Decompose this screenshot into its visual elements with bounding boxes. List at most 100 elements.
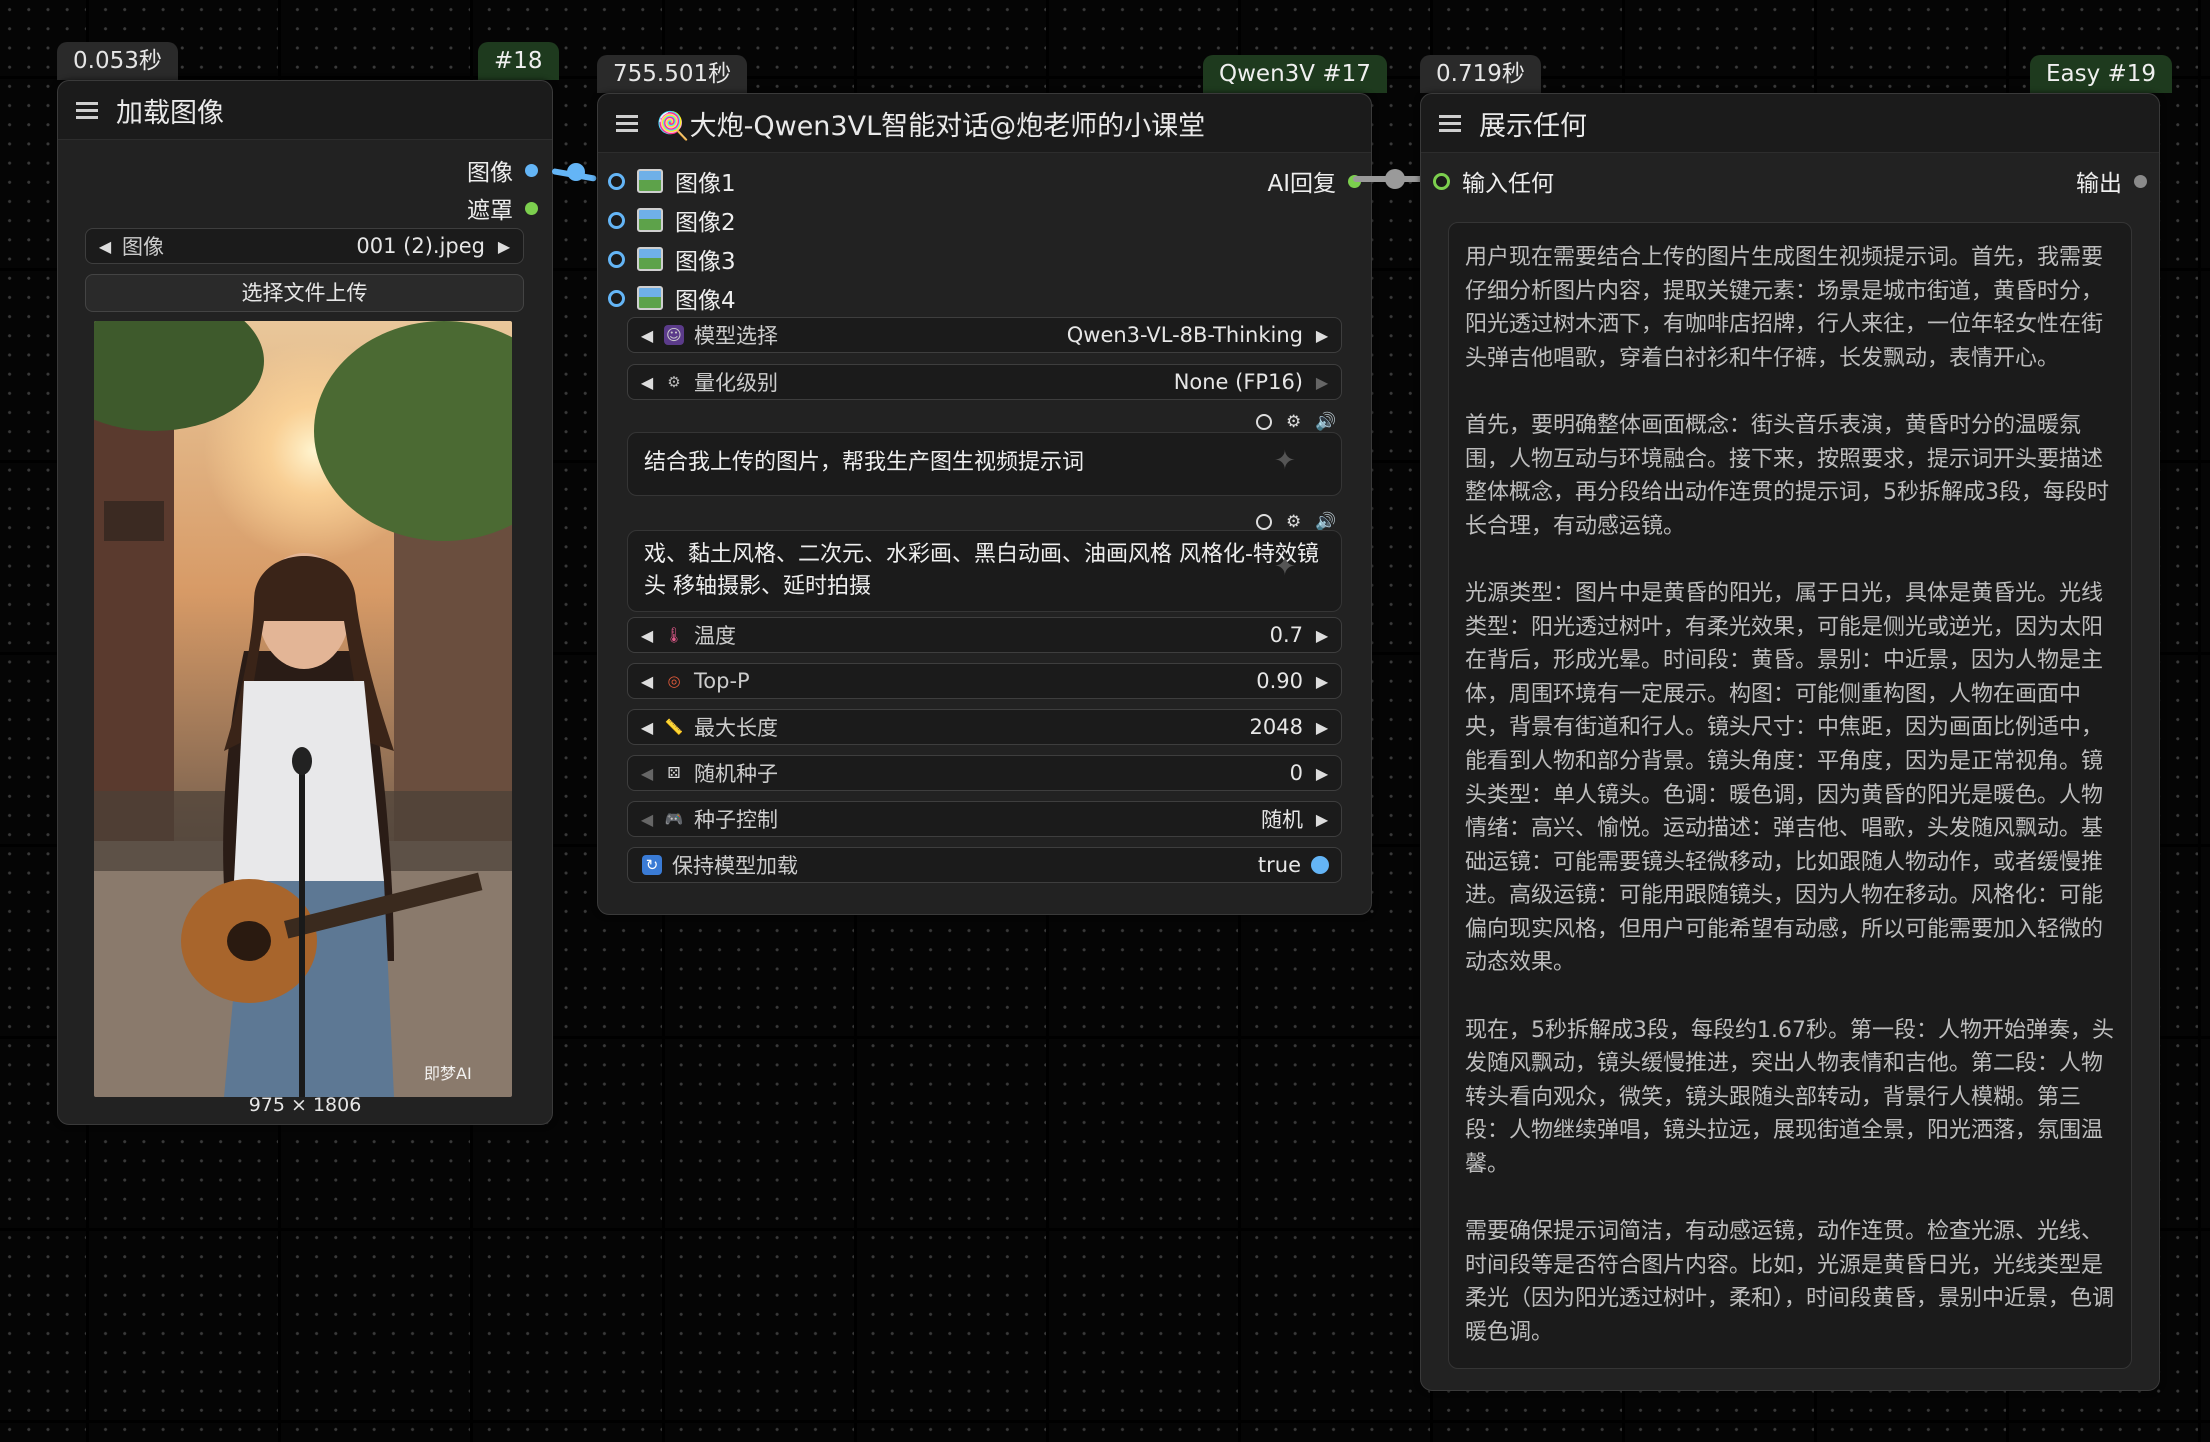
load-image-node[interactable]: 加载图像 图像 遮罩 ◀ 图像 001 (2).jpeg ▶ 选择文件上传 即梦… <box>57 80 553 1125</box>
temperature-label: 温度 <box>694 624 736 648</box>
node18-header[interactable]: 加载图像 <box>58 81 552 140</box>
sparkle-icon[interactable]: ✦ <box>1274 552 1296 582</box>
prompt2-textarea[interactable]: 戏、黏土风格、二次元、水彩画、黑白动画、油画风格 风格化-特效镜头 移轴摄影、延… <box>627 530 1342 612</box>
menu-icon[interactable] <box>76 101 98 119</box>
input-slot-image3[interactable]: 图像3 <box>608 242 736 276</box>
seed-control-widget[interactable]: ◀ 🎮 种子控制 随机 ▶ <box>627 801 1342 837</box>
input-ring-icon[interactable] <box>608 289 625 307</box>
arrow-right-icon[interactable]: ▶ <box>1313 672 1331 691</box>
input-slot-image2[interactable]: 图像2 <box>608 203 736 237</box>
top-p-value: 0.90 <box>1256 669 1303 693</box>
speaker-icon[interactable]: 🔊 <box>1315 512 1336 532</box>
arrow-left-icon[interactable]: ◀ <box>96 237 114 256</box>
arrow-left-icon[interactable]: ◀ <box>638 326 656 345</box>
sparkle-icon[interactable]: ✦ <box>1274 446 1296 476</box>
node18-title: 加载图像 <box>116 97 224 129</box>
node17-time-badge: 755.501秒 <box>597 55 748 93</box>
arrow-right-icon[interactable]: ▶ <box>1313 718 1331 737</box>
output-slot-image[interactable]: 图像 <box>467 153 538 187</box>
input-slot-image2-label: 图像2 <box>675 210 736 236</box>
prompt2-text: 戏、黏土风格、二次元、水彩画、黑白动画、油画风格 风格化-特效镜头 移轴摄影、延… <box>644 542 1319 599</box>
quant-level-value: None (FP16) <box>1173 370 1303 394</box>
temperature-widget[interactable]: ◀ 🌡 温度 0.7 ▶ <box>627 617 1342 653</box>
node17-id-badge: Qwen3V #17 <box>1203 55 1387 93</box>
circle-icon[interactable] <box>1256 514 1272 530</box>
input-slot-image4-label: 图像4 <box>675 288 736 314</box>
image-dimensions: 975 × 1806 <box>248 1094 362 1116</box>
qwen3vl-node[interactable]: 🍭大炮-Qwen3VL智能对话@炮老师的小课堂 图像1 图像2 图像3 图像4 … <box>597 93 1372 915</box>
keep-model-loaded-label: 保持模型加载 <box>672 854 798 878</box>
input-slot-image4[interactable]: 图像4 <box>608 281 736 315</box>
arrow-right-icon[interactable]: ▶ <box>1313 764 1331 783</box>
ruler-icon: 📏 <box>664 718 684 736</box>
image-icon <box>637 247 663 271</box>
output-dot-icon[interactable] <box>2134 174 2147 188</box>
output-slot-output[interactable]: 输出 <box>2076 164 2147 198</box>
target-icon: ◎ <box>667 672 681 690</box>
node18-time-badge: 0.053秒 <box>57 42 178 80</box>
quant-level-widget[interactable]: ◀ ⚙ 量化级别 None (FP16) ▶ <box>627 364 1342 400</box>
input-slot-image1[interactable]: 图像1 <box>608 164 736 198</box>
arrow-left-icon[interactable]: ◀ <box>638 672 656 691</box>
gear-icon: ⚙ <box>667 373 681 391</box>
gear-icon[interactable]: ⚙ <box>1286 412 1301 432</box>
menu-icon[interactable] <box>1439 114 1461 132</box>
max-length-widget[interactable]: ◀ 📏 最大长度 2048 ▶ <box>627 709 1342 745</box>
arrow-left-icon[interactable]: ◀ <box>638 810 656 829</box>
image-selector-value: 001 (2).jpeg <box>356 234 485 258</box>
arrow-right-icon[interactable]: ▶ <box>1313 626 1331 645</box>
node19-header[interactable]: 展示任何 <box>1421 94 2159 153</box>
gamepad-icon: 🎮 <box>664 810 684 828</box>
seed-control-label: 种子控制 <box>694 808 778 832</box>
output-text-display[interactable]: 用户现在需要结合上传的图片生成图生视频提示词。首先，我需要仔细分析图片内容，提取… <box>1448 222 2132 1369</box>
upload-file-button[interactable]: 选择文件上传 <box>85 274 524 312</box>
output-slot-mask[interactable]: 遮罩 <box>467 191 538 225</box>
arrow-left-icon[interactable]: ◀ <box>638 764 656 783</box>
model-select-value: Qwen3-VL-8B-Thinking <box>1066 323 1303 347</box>
output-slot-mask-label: 遮罩 <box>467 198 513 224</box>
keep-model-loaded-toggle[interactable]: ↻ 保持模型加载 true <box>627 847 1342 883</box>
toggle-dot-icon[interactable] <box>1311 856 1329 874</box>
image-selector-widget[interactable]: ◀ 图像 001 (2).jpeg ▶ <box>85 228 524 264</box>
link-midpoint-icon[interactable] <box>1385 169 1405 189</box>
top-p-widget[interactable]: ◀ ◎ Top-P 0.90 ▶ <box>627 663 1342 699</box>
image-selector-label: 图像 <box>122 235 164 259</box>
input-ring-icon[interactable] <box>608 172 625 190</box>
max-length-label: 最大长度 <box>694 716 778 740</box>
image-preview-illustration: 即梦AI <box>94 321 512 1097</box>
prompt1-textarea[interactable]: 结合我上传的图片，帮我生产图生视频提示词 <box>627 432 1342 496</box>
random-seed-widget[interactable]: ◀ ⚄ 随机种子 0 ▶ <box>627 755 1342 791</box>
prompt1-tools: ⚙ 🔊 <box>1256 412 1336 432</box>
input-slot-image3-label: 图像3 <box>675 249 736 275</box>
arrow-right-icon[interactable]: ▶ <box>1313 373 1331 392</box>
input-slot-any[interactable]: 输入任何 <box>1433 164 1554 198</box>
arrow-left-icon[interactable]: ◀ <box>638 626 656 645</box>
show-any-node[interactable]: 展示任何 输入任何 输出 用户现在需要结合上传的图片生成图生视频提示词。首先，我… <box>1420 93 2160 1391</box>
menu-icon[interactable] <box>616 114 638 132</box>
node18-id-badge: #18 <box>478 42 559 80</box>
arrow-right-icon[interactable]: ▶ <box>1313 326 1331 345</box>
output-slot-output-label: 输出 <box>2076 171 2122 197</box>
node17-header[interactable]: 🍭大炮-Qwen3VL智能对话@炮老师的小课堂 <box>598 94 1371 153</box>
speaker-icon[interactable]: 🔊 <box>1315 412 1336 432</box>
model-select-widget[interactable]: ◀ ☺ 模型选择 Qwen3-VL-8B-Thinking ▶ <box>627 317 1342 353</box>
output-slot-ai-reply[interactable]: AI回复 <box>1267 164 1361 198</box>
arrow-right-icon[interactable]: ▶ <box>495 237 513 256</box>
input-ring-icon[interactable] <box>1433 172 1450 190</box>
link-midpoint-icon[interactable] <box>567 163 585 181</box>
prompt2-tools: ⚙ 🔊 <box>1256 512 1336 532</box>
random-seed-label: 随机种子 <box>694 762 778 786</box>
temperature-value: 0.7 <box>1269 623 1303 647</box>
output-dot-icon[interactable] <box>525 163 538 177</box>
arrow-right-icon[interactable]: ▶ <box>1313 810 1331 829</box>
output-dot-icon[interactable] <box>525 201 538 215</box>
image-icon <box>637 208 663 232</box>
gear-icon[interactable]: ⚙ <box>1286 512 1301 532</box>
input-ring-icon[interactable] <box>608 250 625 268</box>
random-seed-value: 0 <box>1289 761 1303 785</box>
input-ring-icon[interactable] <box>608 211 625 229</box>
node17-title: 🍭大炮-Qwen3VL智能对话@炮老师的小课堂 <box>656 110 1206 142</box>
arrow-left-icon[interactable]: ◀ <box>638 373 656 392</box>
arrow-left-icon[interactable]: ◀ <box>638 718 656 737</box>
circle-icon[interactable] <box>1256 414 1272 430</box>
